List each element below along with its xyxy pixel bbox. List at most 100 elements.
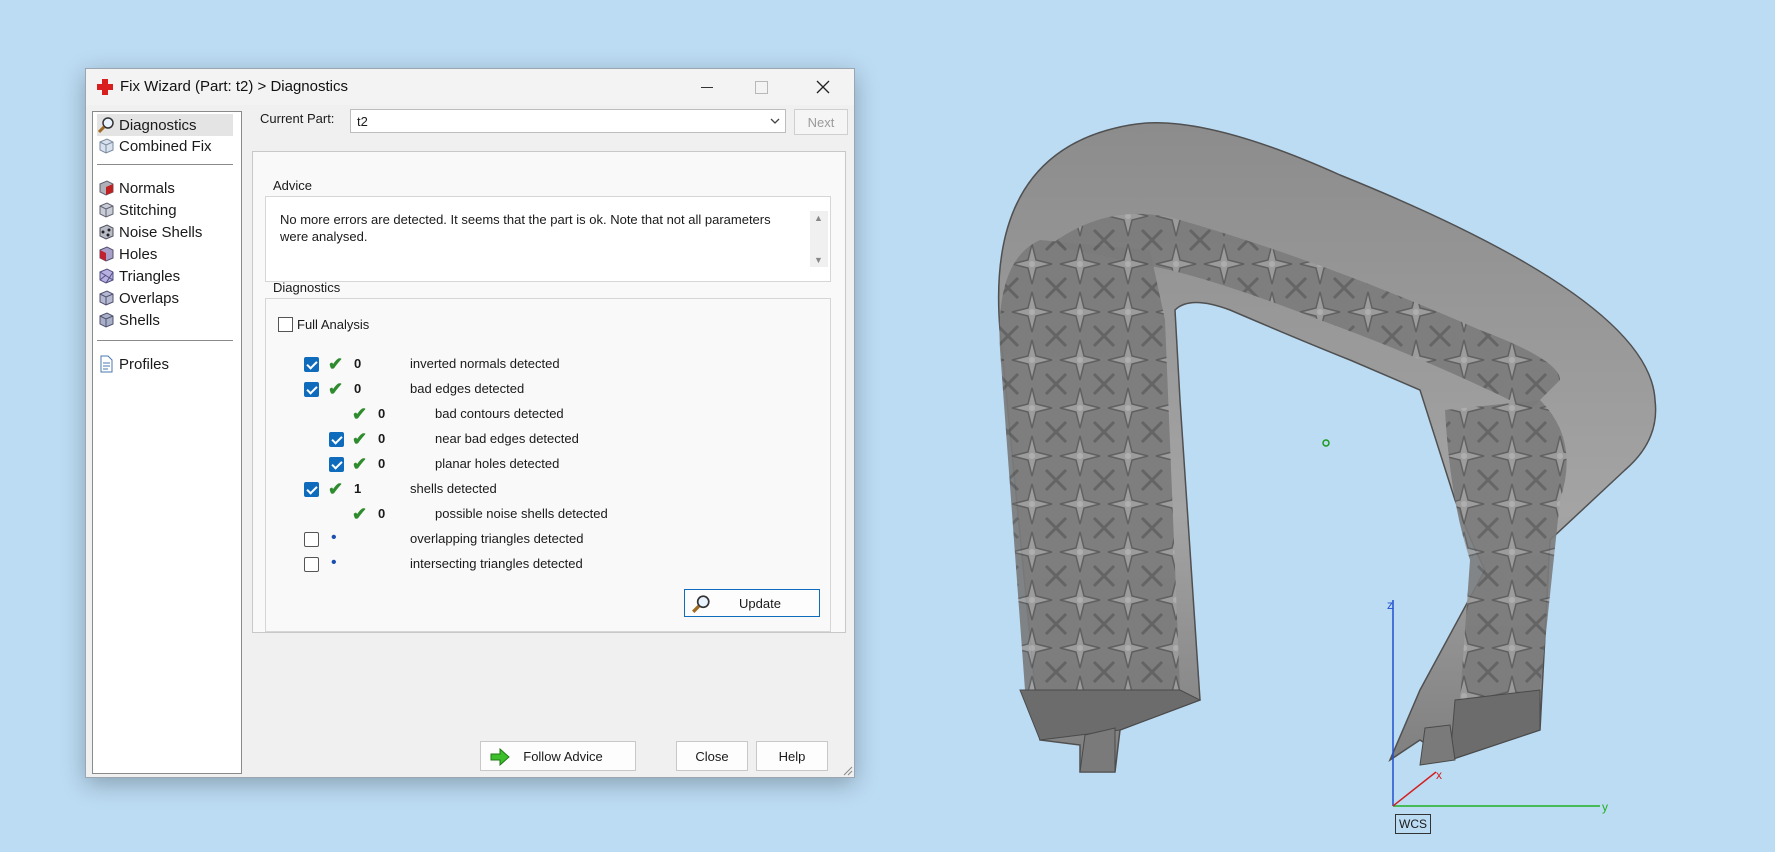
sidebar-item-noise-shells[interactable]: Noise Shells [97,221,233,243]
diagnostic-row: ✔ 0 possible noise shells detected [266,504,826,526]
minimize-icon [701,86,713,88]
row-text: near bad edges detected [435,431,579,446]
row-count: 0 [354,381,362,396]
sidebar-item-diagnostics[interactable]: Diagnostics [97,114,233,136]
normals-cube-icon [99,180,114,196]
diagnostic-row: ✔ 0 bad contours detected [266,404,826,426]
row-count: 0 [354,356,362,371]
red-cross-icon [97,79,113,95]
full-analysis-label: Full Analysis [297,317,370,332]
scroll-up-icon[interactable]: ▲ [814,213,823,223]
overlaps-cube-icon [99,290,114,306]
row-count: 0 [378,406,386,421]
follow-advice-button[interactable]: Follow Advice [480,741,636,771]
row-checkbox[interactable] [304,532,319,547]
sidebar-divider [97,340,233,342]
next-button[interactable]: Next [794,109,848,135]
sidebar-item-combined-fix[interactable]: Combined Fix [97,135,233,157]
diagnostic-row: ✔ 1 shells detected [266,479,826,501]
check-mark-icon: ✔ [352,429,368,449]
close-icon [816,80,830,94]
pending-dot-icon: • [331,554,337,571]
advice-box: No more errors are detected. It seems th… [265,196,831,282]
title-bar[interactable]: Fix Wizard (Part: t2) > Diagnostics [86,69,854,105]
row-checkbox[interactable] [304,382,319,397]
check-mark-icon: ✔ [352,404,368,424]
row-text: inverted normals detected [410,356,560,371]
sidebar-divider [97,164,233,166]
update-button[interactable]: Update [684,589,820,617]
diagnostics-box: Full Analysis ✔ 0 inverted normals detec… [265,298,831,632]
row-count: 0 [378,431,386,446]
row-text: planar holes detected [435,456,560,471]
sidebar-item-normals[interactable]: Normals [97,177,233,199]
current-part-select[interactable]: t2 [350,109,786,133]
y-axis-label: y [1602,800,1608,814]
sidebar-item-stitching[interactable]: Stitching [97,199,233,221]
sidebar-item-label: Profiles [119,355,170,373]
row-count: 0 [378,506,386,521]
check-mark-icon: ✔ [352,454,368,474]
row-checkbox[interactable] [329,457,344,472]
pending-dot-icon: • [331,529,337,546]
sidebar-item-label: Diagnostics [119,116,197,134]
sidebar-item-profiles[interactable]: Profiles [97,353,233,375]
row-text: intersecting triangles detected [410,556,583,571]
sidebar-item-label: Overlaps [119,289,180,307]
sidebar-item-shells[interactable]: Shells [97,309,233,331]
close-button[interactable]: Close [676,741,748,771]
chevron-down-icon [770,118,780,124]
cube-icon [99,138,114,154]
shells-cube-icon [99,312,114,328]
sidebar-item-triangles[interactable]: Triangles [97,265,233,287]
row-text: bad edges detected [410,381,525,396]
full-analysis-checkbox[interactable] [278,317,293,332]
current-part-label: Current Part: [260,111,335,126]
diagnostic-row: • overlapping triangles detected [266,529,826,551]
x-axis [1392,771,1437,807]
row-checkbox[interactable] [304,482,319,497]
advice-scrollbar[interactable]: ▲ ▼ [810,211,828,267]
row-checkbox[interactable] [329,432,344,447]
z-axis-label: z [1387,598,1393,612]
maximize-button[interactable] [738,71,784,103]
sidebar-item-overlaps[interactable]: Overlaps [97,287,233,309]
sidebar-item-label: Normals [119,179,175,197]
document-icon [100,355,113,373]
diagnostic-row: ✔ 0 near bad edges detected [266,429,826,451]
maximize-icon [754,80,768,94]
help-button[interactable]: Help [756,741,828,771]
diagnostics-panel: Advice No more errors are detected. It s… [252,151,846,633]
row-count: 0 [378,456,386,471]
x-axis-label: x [1436,768,1442,782]
diagnostic-row: • intersecting triangles detected [266,554,826,576]
diagnostic-row: ✔ 0 bad edges detected [266,379,826,401]
stitching-cube-icon [99,202,114,218]
check-mark-icon: ✔ [328,354,344,374]
wizard-sidebar: Diagnostics Combined Fix Normals Stitchi… [92,111,242,774]
sidebar-item-label: Shells [119,311,160,329]
scroll-down-icon[interactable]: ▼ [814,255,823,265]
sidebar-item-label: Triangles [119,267,181,285]
holes-cube-icon [99,246,114,262]
minimize-button[interactable] [684,71,730,103]
row-checkbox[interactable] [304,357,319,372]
sidebar-item-label: Combined Fix [119,137,212,155]
triangles-cube-icon [99,268,114,284]
sidebar-item-label: Noise Shells [119,223,203,241]
diagnostics-group-label: Diagnostics [273,280,341,295]
advice-text: No more errors are detected. It seems th… [280,212,771,244]
row-checkbox[interactable] [304,557,319,572]
window-title: Fix Wizard (Part: t2) > Diagnostics [120,78,348,95]
resize-grip-icon[interactable] [841,764,853,776]
sidebar-item-holes[interactable]: Holes [97,243,233,265]
check-mark-icon: ✔ [328,479,344,499]
sidebar-item-label: Stitching [119,201,177,219]
fix-wizard-dialog: Fix Wizard (Part: t2) > Diagnostics Diag… [85,68,855,778]
sidebar-item-label: Holes [119,245,158,263]
update-button-label: Update [739,595,781,611]
row-text: overlapping triangles detected [410,531,584,546]
diagnostic-row: ✔ 0 planar holes detected [266,454,826,476]
wcs-label: WCS [1395,814,1431,834]
close-window-button[interactable] [800,71,846,103]
